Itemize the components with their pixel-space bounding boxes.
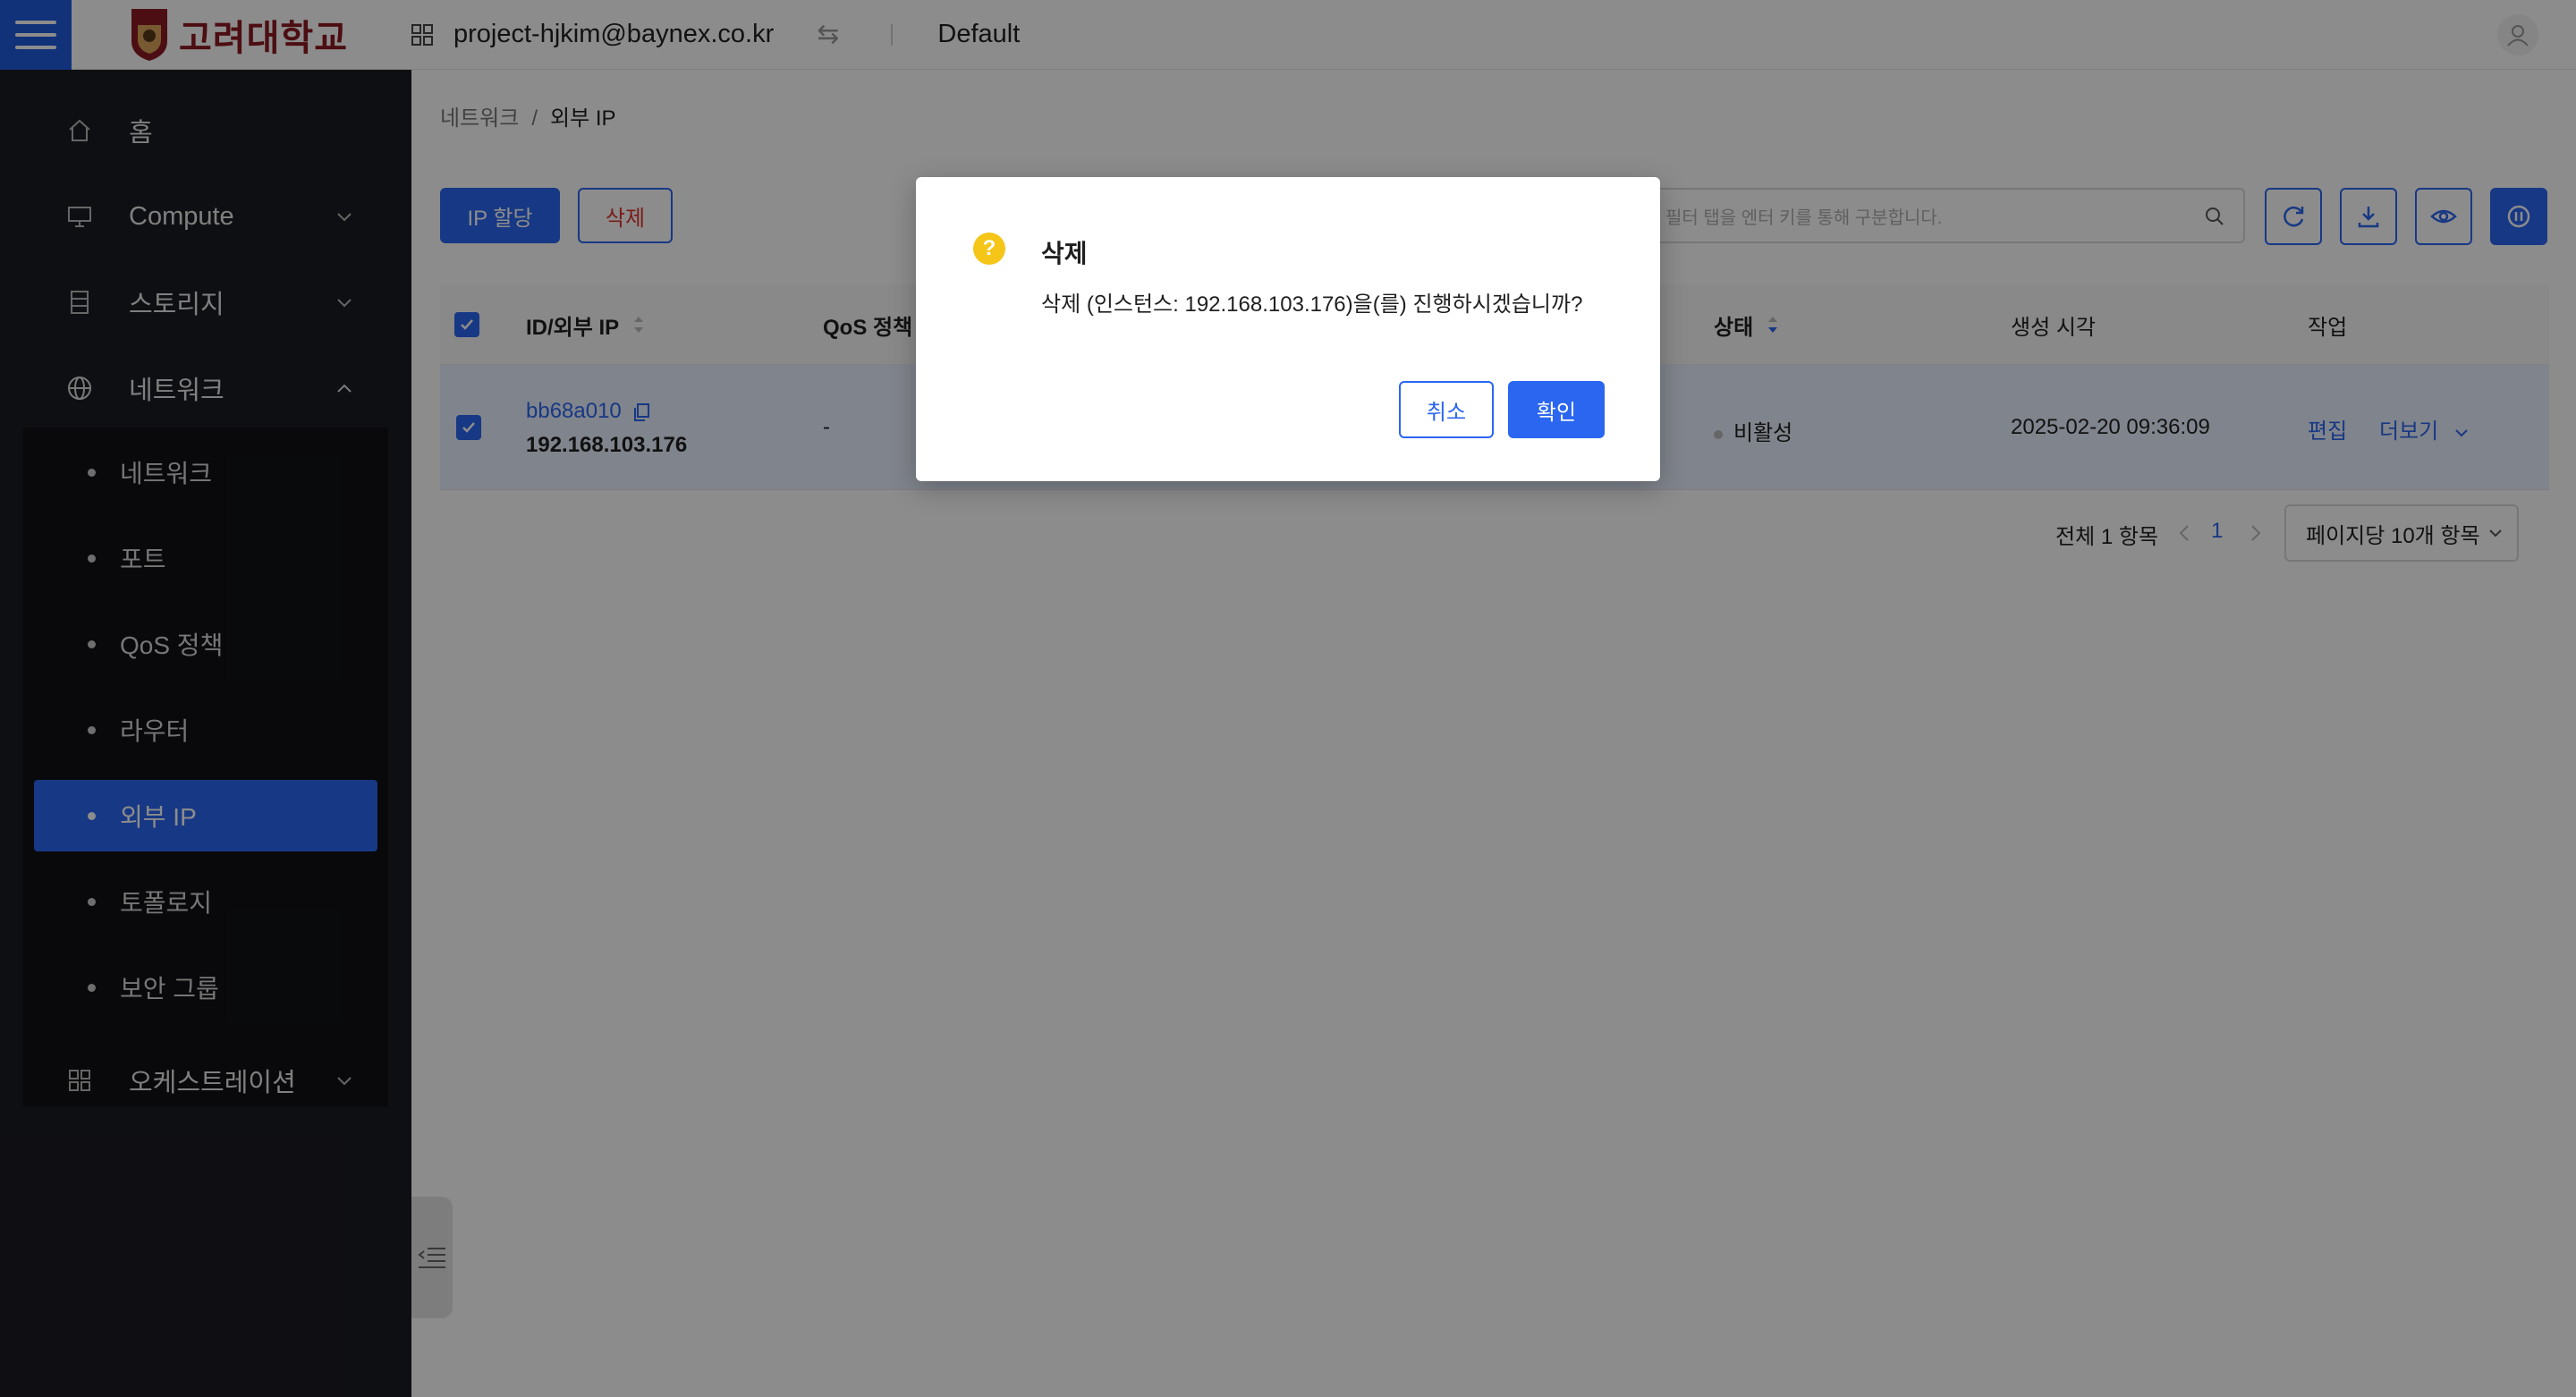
question-icon: ? xyxy=(973,233,1005,265)
confirm-button[interactable]: 확인 xyxy=(1508,381,1605,438)
delete-confirm-dialog: ? 삭제 삭제 (인스턴스: 192.168.103.176)을(를) 진행하시… xyxy=(916,177,1660,481)
dialog-title: 삭제 xyxy=(1041,240,1088,267)
cancel-button[interactable]: 취소 xyxy=(1399,381,1494,438)
dialog-message: 삭제 (인스턴스: 192.168.103.176)을(를) 진행하시겠습니까? xyxy=(1041,292,1583,317)
